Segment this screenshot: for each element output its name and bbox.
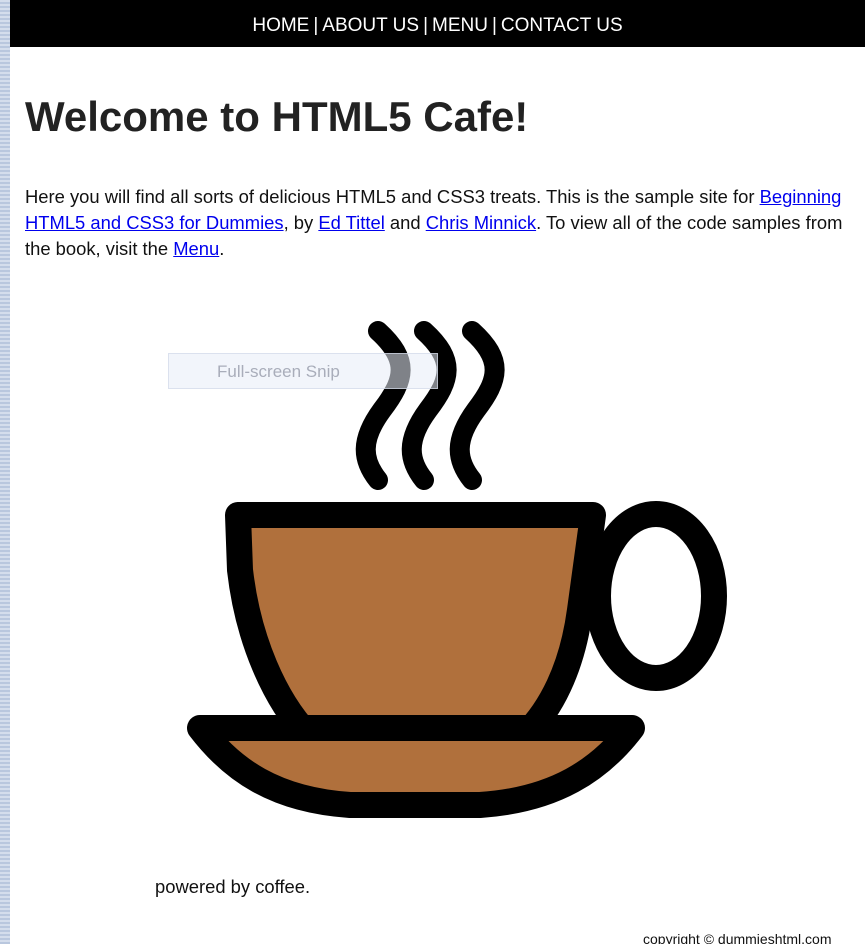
intro-text: , by	[283, 212, 319, 233]
intro-text: .	[219, 238, 225, 259]
window-left-border	[0, 0, 10, 944]
intro-text: Here you will find all sorts of deliciou…	[25, 186, 760, 207]
top-navigation: HOME | ABOUT US | MENU | CONTACT US	[10, 0, 865, 47]
page-title: Welcome to HTML5 Cafe!	[25, 93, 529, 140]
nav-contact-link[interactable]: CONTACT US	[501, 15, 623, 37]
nav-separator: |	[423, 15, 428, 36]
nav-menu-link[interactable]: MENU	[432, 15, 488, 37]
coffee-cup-icon	[187, 321, 727, 818]
nav-home-link[interactable]: HOME	[252, 15, 309, 37]
intro-text: and	[384, 212, 426, 233]
page-body: HOME | ABOUT US | MENU | CONTACT US Welc…	[10, 0, 865, 944]
cup-body-icon	[225, 502, 606, 748]
author-chris-minnick-link[interactable]: Chris Minnick	[426, 212, 536, 233]
full-screen-snip-overlay: Full-screen Snip	[168, 353, 438, 389]
saucer-icon	[187, 715, 645, 818]
copyright-text: copyright © dummieshtml.com	[643, 931, 832, 944]
intro-paragraph: Here you will find all sorts of deliciou…	[25, 184, 855, 262]
powered-by-text: powered by coffee.	[155, 876, 311, 897]
nav-separator: |	[313, 15, 319, 36]
nav-separator: |	[491, 15, 497, 36]
menu-link[interactable]: Menu	[173, 238, 219, 259]
author-ed-tittel-link[interactable]: Ed Tittel	[318, 212, 384, 233]
nav-about-link[interactable]: ABOUT US	[322, 15, 419, 37]
cup-handle-icon	[585, 501, 727, 691]
